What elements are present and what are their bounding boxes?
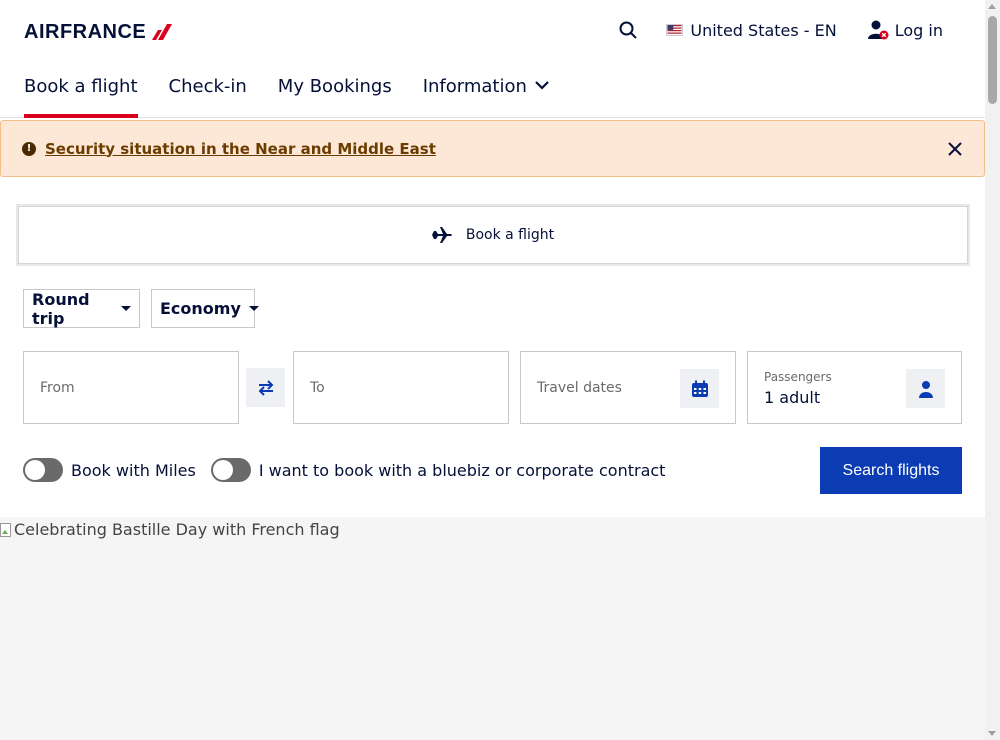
corporate-contract-label: I want to book with a bluebiz or corpora… bbox=[258, 460, 666, 480]
security-alert-link[interactable]: Security situation in the Near and Middl… bbox=[45, 140, 436, 158]
security-alert-banner: ! Security situation in the Near and Mid… bbox=[0, 120, 985, 177]
login-label: Log in bbox=[894, 20, 943, 40]
book-with-miles-toggle[interactable] bbox=[23, 458, 63, 482]
caret-down-icon bbox=[121, 306, 131, 311]
air-france-logo[interactable]: AIRFRANCE bbox=[24, 20, 173, 44]
site-header: AIRFRANCE United States - EN Log in Book… bbox=[0, 0, 985, 118]
passengers-value: 1 adult bbox=[764, 388, 821, 407]
cabin-class-select[interactable]: Economy bbox=[151, 289, 259, 328]
us-flag-icon bbox=[666, 24, 684, 36]
to-field[interactable]: To bbox=[293, 351, 509, 424]
login-button[interactable]: Log in bbox=[867, 19, 943, 41]
airplane-icon bbox=[431, 227, 452, 243]
book-with-miles-label: Book with Miles bbox=[71, 460, 196, 480]
scrollbar-thumb[interactable] bbox=[988, 16, 997, 104]
passengers-button[interactable] bbox=[906, 369, 945, 408]
swap-airports-button[interactable] bbox=[246, 368, 285, 407]
calendar-icon bbox=[691, 380, 708, 397]
scroll-up-arrow-icon[interactable] bbox=[988, 4, 996, 9]
nav-my-bookings[interactable]: My Bookings bbox=[278, 72, 392, 118]
person-icon bbox=[918, 380, 933, 398]
to-placeholder: To bbox=[310, 380, 325, 396]
passengers-label: Passengers bbox=[764, 370, 832, 384]
user-icon bbox=[867, 20, 889, 40]
nav-information[interactable]: Information bbox=[423, 72, 549, 118]
cabin-class-value: Economy bbox=[160, 299, 241, 318]
travel-dates-field[interactable]: Travel dates bbox=[520, 351, 736, 424]
caret-down-icon bbox=[248, 306, 259, 311]
calendar-button[interactable] bbox=[680, 369, 719, 408]
alert-icon: ! bbox=[22, 141, 36, 156]
tab-book-a-flight[interactable]: Book a flight bbox=[18, 206, 968, 264]
trip-type-value: Round trip bbox=[32, 289, 90, 328]
nav-check-in[interactable]: Check-in bbox=[169, 72, 247, 118]
trip-type-select[interactable]: Round trip bbox=[23, 289, 140, 328]
from-field[interactable]: From bbox=[23, 351, 239, 424]
main-nav: Book a flight Check-in My Bookings Infor… bbox=[24, 72, 580, 118]
locale-selector[interactable]: United States - EN bbox=[666, 20, 837, 40]
swap-arrows-icon bbox=[258, 379, 273, 396]
nav-label: Book a flight bbox=[24, 76, 138, 97]
nav-label: Information bbox=[422, 76, 527, 97]
nav-label: Check-in bbox=[168, 76, 247, 97]
top-actions: United States - EN Log in bbox=[616, 18, 943, 42]
nav-book-a-flight[interactable]: Book a flight bbox=[24, 72, 138, 118]
travel-dates-placeholder: Travel dates bbox=[537, 380, 622, 396]
passengers-field[interactable]: Passengers 1 adult bbox=[747, 351, 962, 424]
logo-text: AIRFRANCE bbox=[24, 20, 147, 43]
from-placeholder: From bbox=[40, 380, 75, 396]
hero-image-alt: Celebrating Bastille Day with French fla… bbox=[0, 520, 340, 539]
booking-options-row: Book with Miles I want to book with a bl… bbox=[23, 458, 680, 482]
corporate-contract-toggle[interactable] bbox=[210, 458, 251, 482]
broken-image-icon bbox=[0, 522, 11, 537]
hero-alt-text: Celebrating Bastille Day with French fla… bbox=[14, 520, 340, 539]
tab-label: Book a flight bbox=[465, 227, 555, 243]
chevron-down-icon bbox=[535, 81, 549, 90]
close-icon[interactable] bbox=[946, 140, 964, 158]
nav-label: My Bookings bbox=[277, 76, 392, 97]
scroll-down-arrow-icon[interactable] bbox=[988, 731, 996, 736]
search-flights-button[interactable]: Search flights bbox=[820, 447, 962, 494]
search-icon[interactable] bbox=[616, 18, 640, 42]
page-scrollbar[interactable] bbox=[985, 0, 1000, 740]
hero-image bbox=[0, 517, 985, 740]
locale-label: United States - EN bbox=[690, 20, 837, 40]
logo-slash-icon bbox=[152, 24, 173, 40]
booking-tab-wrapper: Book a flight bbox=[16, 204, 970, 266]
